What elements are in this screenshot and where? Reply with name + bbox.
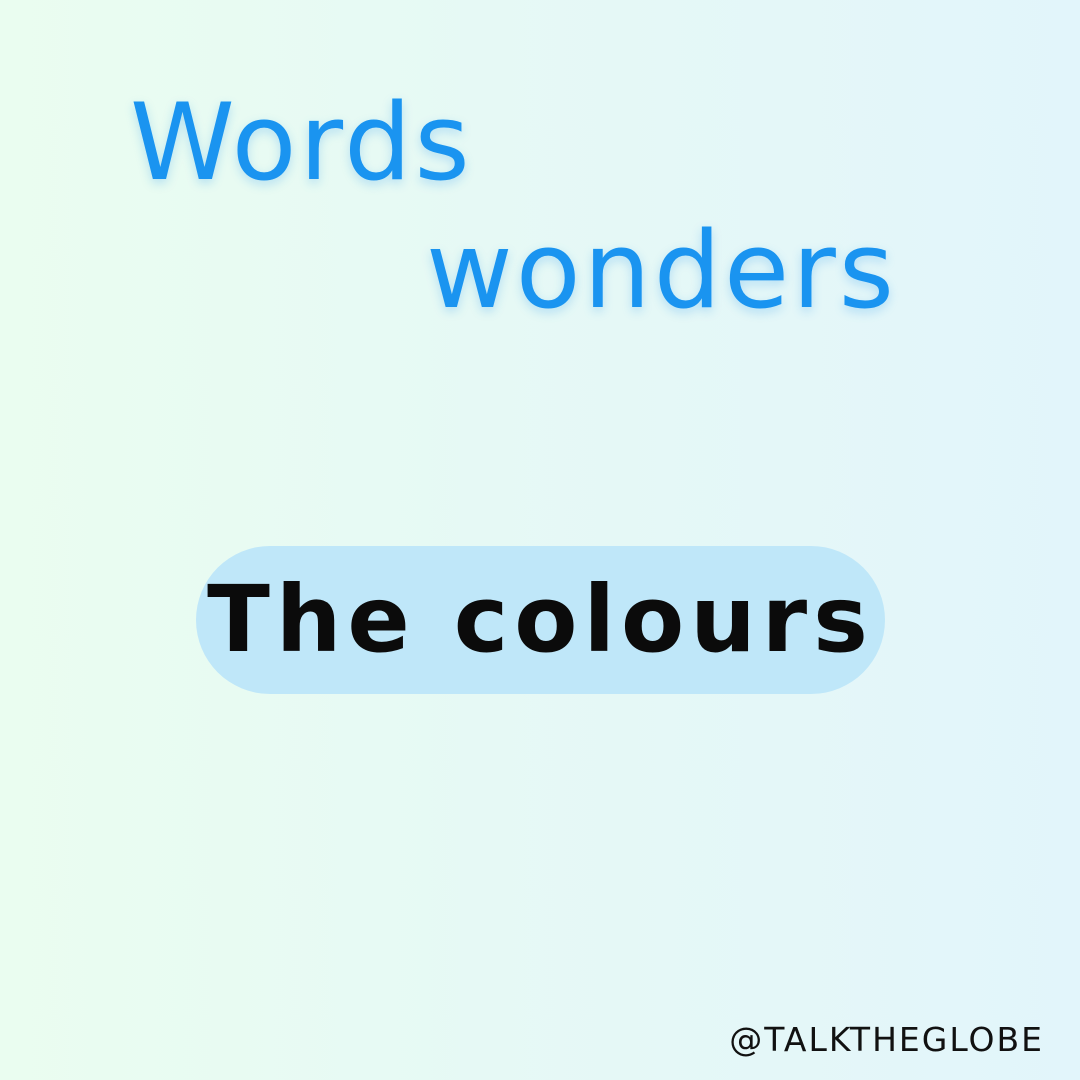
title-line-wonders: wonders [426,209,898,332]
title-line-words: Words [130,81,473,204]
subtitle-pill: The colours [196,546,885,694]
social-handle: @TALKTHEGLOBE [729,1020,1044,1059]
subtitle-text: The colours [207,566,874,673]
